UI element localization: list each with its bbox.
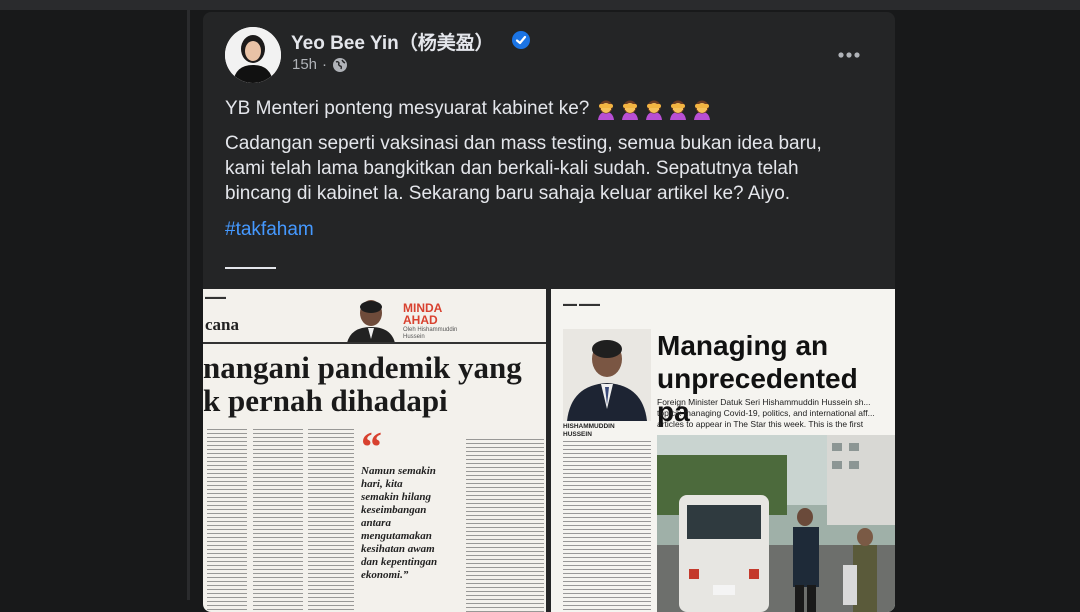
columnist-photo-left — [343, 295, 399, 343]
facepalm-emoji-icon — [622, 100, 639, 120]
post-body: Cadangan seperti vaksinasi dan mass test… — [225, 133, 822, 204]
text-column — [563, 441, 651, 612]
post-line-1: YB Menteri ponteng mesyuarat kabinet ke? — [225, 96, 875, 121]
newspaper-clipping-right[interactable]: ▬▬ ▬▬▬ HISHAMMUDDIN HUSSEIN Managing an … — [551, 289, 895, 612]
globe-icon — [333, 57, 348, 72]
author-name[interactable]: Yeo Bee Yin（杨美盈） — [291, 28, 494, 55]
facepalm-emoji-icon — [670, 100, 687, 120]
post-card: Yeo Bee Yin（杨美盈） 15h · YB Menteri ponten… — [203, 12, 895, 612]
text-column — [308, 429, 354, 612]
rule — [203, 342, 546, 344]
column-label: MINDA AHAD — [403, 301, 443, 327]
quote-mark-icon: “ — [361, 425, 382, 471]
avatar[interactable] — [225, 27, 281, 83]
masthead-small: ▬▬ ▬▬▬ — [563, 301, 600, 308]
name-tag: HISHAMMUDDIN HUSSEIN — [563, 423, 615, 438]
roadblock-photo — [657, 435, 895, 612]
facepalm-emoji-icon — [694, 100, 711, 120]
emoji-row — [595, 98, 713, 120]
top-bar — [0, 0, 1080, 10]
post-meta: 15h · — [292, 56, 348, 73]
minister-photo — [563, 329, 651, 421]
hashtag-link[interactable]: #takfaham — [225, 219, 314, 241]
more-options-button[interactable] — [831, 37, 867, 73]
separator-dot: · — [322, 56, 328, 73]
headline-left: nangani pandemik yang k pernah dihadapi — [203, 350, 522, 418]
avatar-photo — [225, 27, 281, 83]
left-column-edge — [187, 10, 190, 600]
post-question: YB Menteri ponteng mesyuarat kabinet ke? — [225, 98, 590, 119]
facepalm-emoji-icon — [646, 100, 663, 120]
text-column — [253, 429, 303, 612]
text-column — [466, 439, 544, 612]
byline: Oleh Hishammuddin Hussein — [403, 327, 458, 340]
pull-quote: Namun semakin hari, kita semakin hilang … — [361, 465, 438, 581]
newspaper-clipping-left[interactable]: ▬▬▬ cana MINDA AHAD Oleh Hishammuddin Hu… — [203, 289, 546, 612]
more-options-icon — [838, 52, 860, 58]
text-column — [207, 429, 247, 612]
post-timestamp[interactable]: 15h — [292, 56, 317, 73]
article-deck: Foreign Minister Datuk Seri Hishammuddin… — [657, 397, 875, 429]
masthead-small: ▬▬▬ — [205, 294, 226, 301]
section-label: cana — [205, 315, 239, 334]
facepalm-emoji-icon — [598, 100, 615, 120]
verified-badge-icon — [512, 31, 530, 49]
post-text: YB Menteri ponteng mesyuarat kabinet ke?… — [225, 96, 875, 206]
text-divider — [225, 267, 276, 269]
